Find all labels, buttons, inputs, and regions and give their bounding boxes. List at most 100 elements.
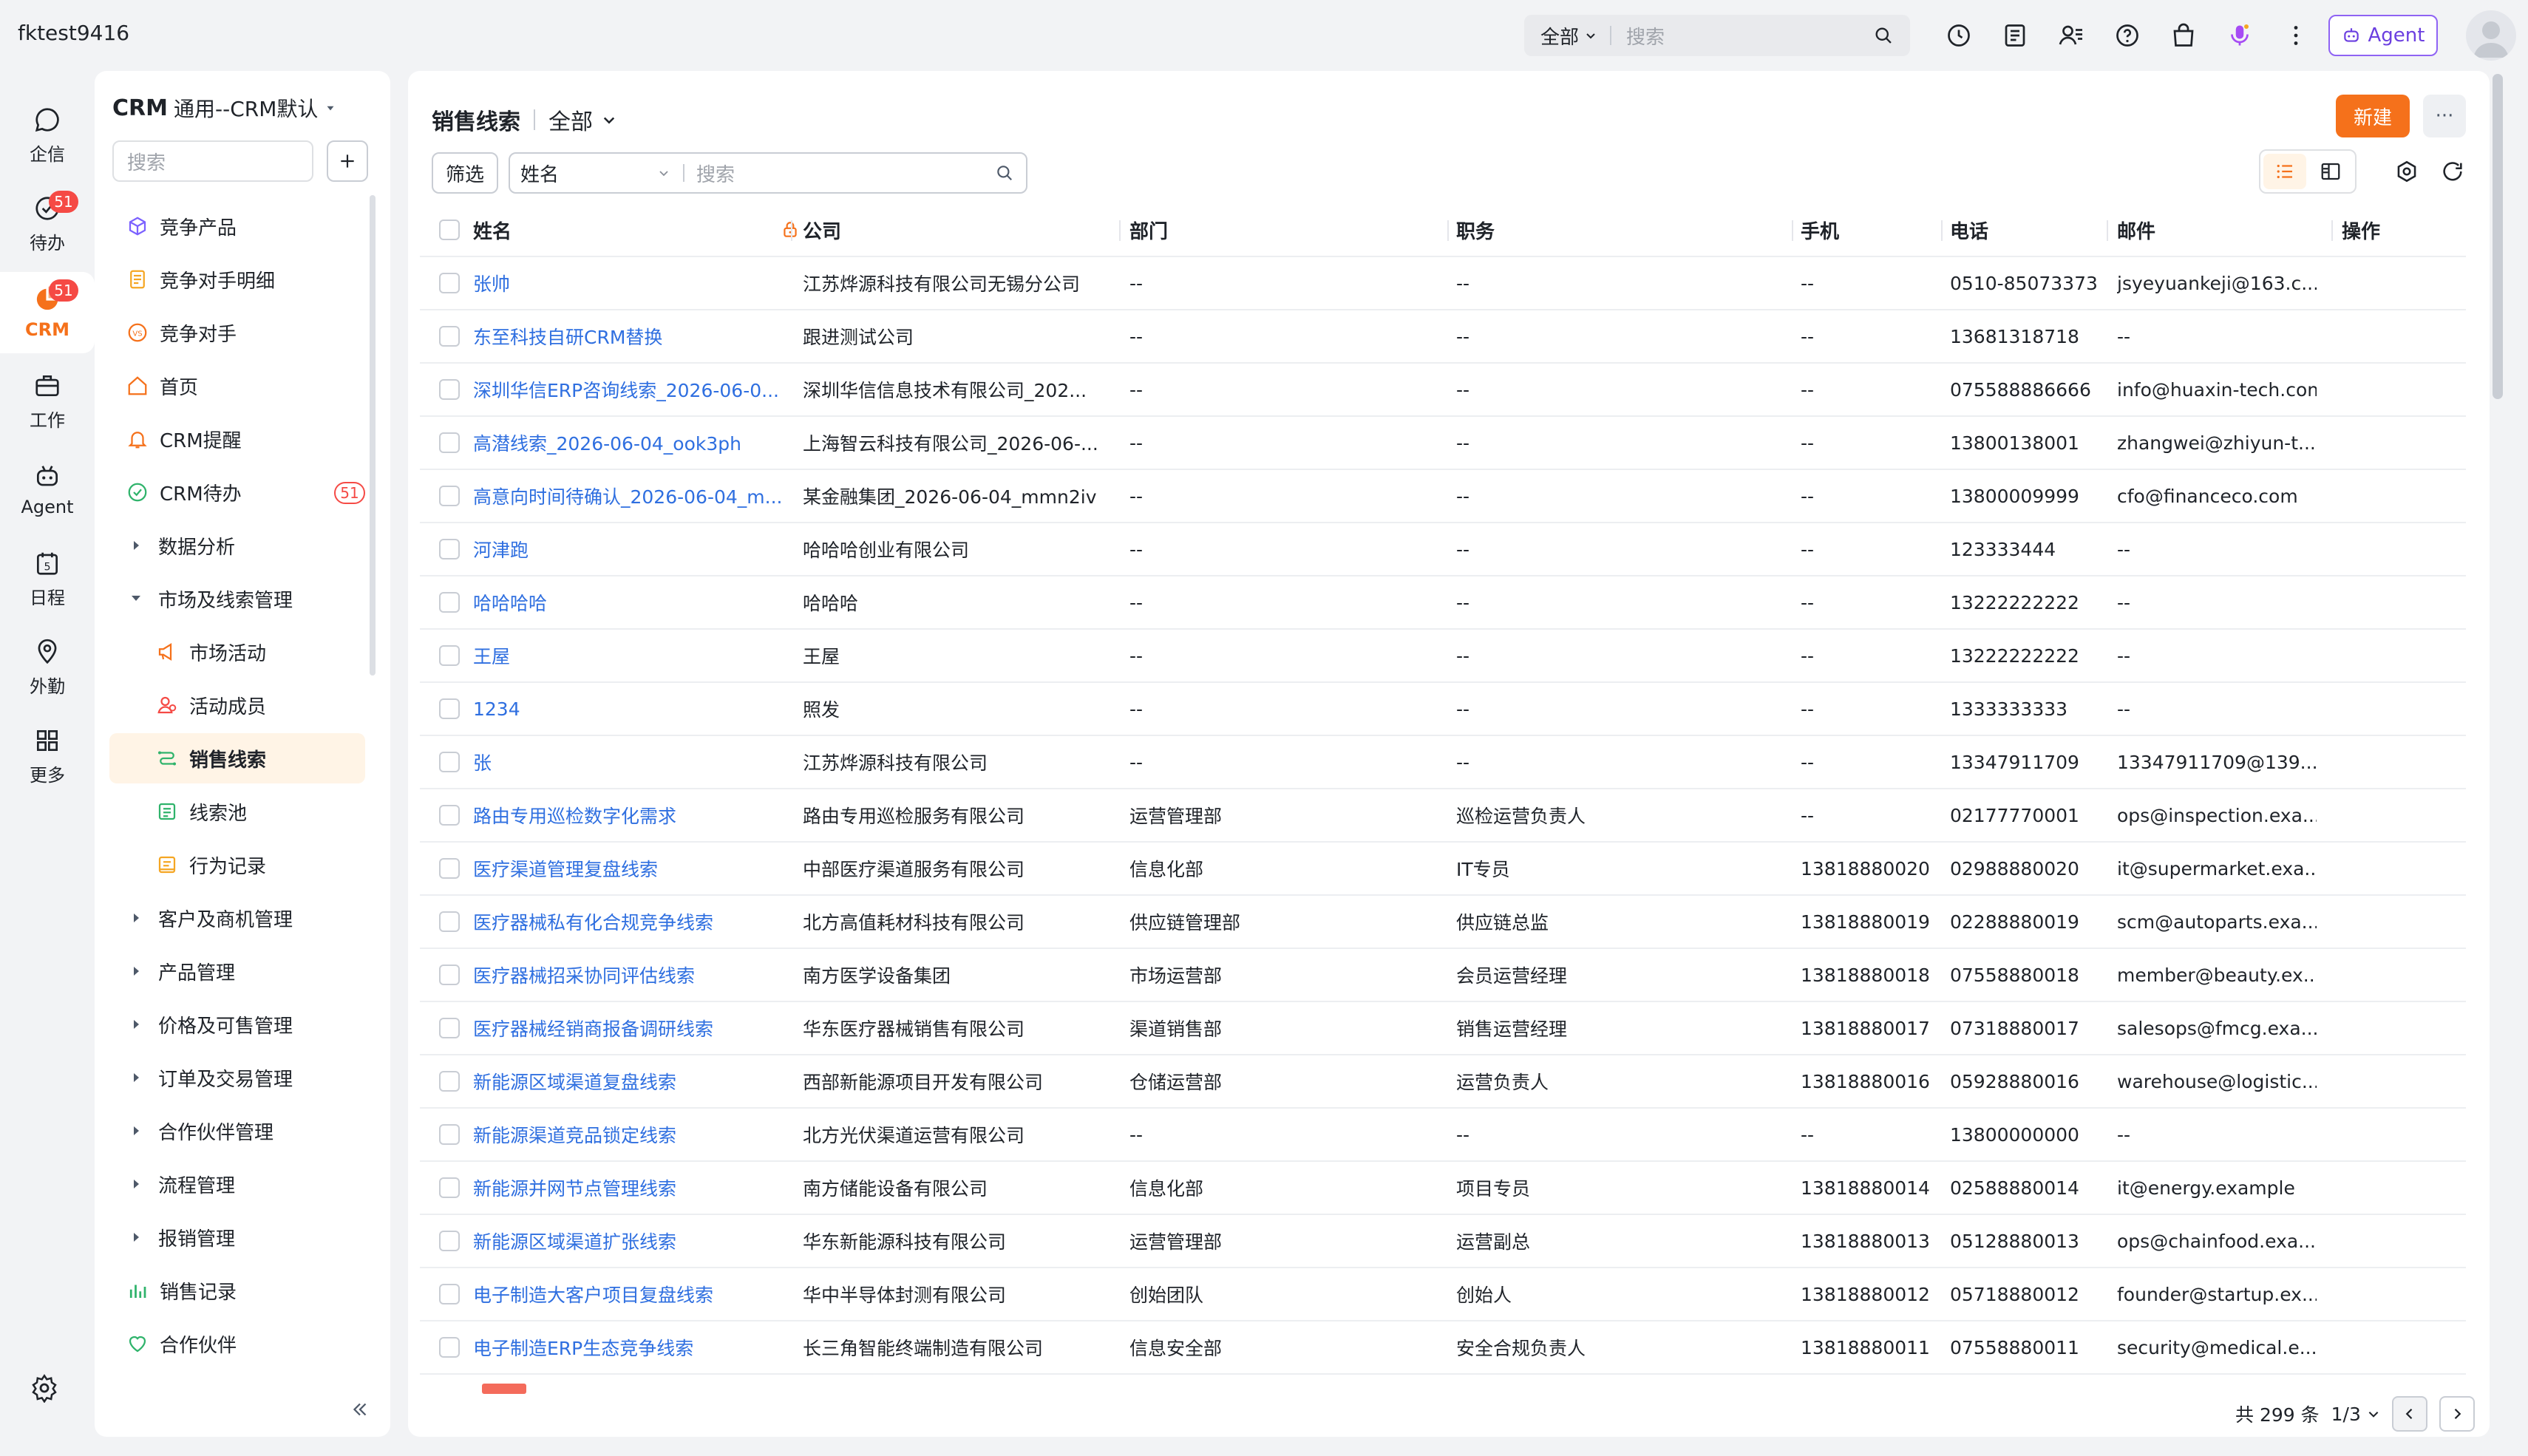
- row-checkbox[interactable]: [435, 576, 464, 628]
- rail-item-work[interactable]: 工作: [0, 361, 95, 442]
- table-row[interactable]: 高意向时间待确认_2026-06-04_m... 某金融集团_2026-06-04…: [420, 470, 2466, 523]
- app-switcher[interactable]: CRM 通用--CRM默认: [112, 93, 337, 123]
- contacts-icon[interactable]: [2055, 19, 2087, 52]
- add-menu-button[interactable]: [327, 140, 368, 182]
- lead-name-link[interactable]: 电子制造ERP生态竞争线索: [473, 1321, 791, 1373]
- sidebar-item[interactable]: 活动成员: [109, 680, 365, 730]
- sidebar-item[interactable]: 首页: [109, 361, 365, 411]
- page-select[interactable]: 1/3: [2331, 1404, 2380, 1425]
- sidebar-item[interactable]: 数据分析: [109, 520, 365, 571]
- search-icon[interactable]: [995, 163, 1014, 183]
- search-input[interactable]: 搜索: [696, 160, 995, 187]
- sidebar-item[interactable]: 市场活动: [109, 627, 365, 677]
- next-page-button[interactable]: [2439, 1396, 2475, 1432]
- sidebar-item[interactable]: 产品管理: [109, 946, 365, 996]
- caret-down-icon[interactable]: [130, 593, 142, 605]
- lead-name-link[interactable]: 路由专用巡检数字化需求: [473, 789, 791, 841]
- lead-name-link[interactable]: 张帅: [473, 257, 791, 309]
- row-checkbox[interactable]: [435, 789, 464, 841]
- sidebar-item[interactable]: 销售线索: [109, 733, 365, 783]
- column-resize-handle[interactable]: [1119, 220, 1121, 241]
- sidebar-item[interactable]: VS 竞争对手: [109, 307, 365, 358]
- table-row[interactable]: 王屋 王屋 -- -- -- 13222222222 --: [420, 630, 2466, 683]
- row-checkbox[interactable]: [435, 1002, 464, 1054]
- sidebar-item[interactable]: 合作伙伴: [109, 1319, 365, 1369]
- table-row[interactable]: 新能源渠道竞品锁定线索 北方光伏渠道运营有限公司 -- -- -- 13800000000…: [420, 1109, 2466, 1162]
- row-checkbox[interactable]: [435, 523, 464, 575]
- row-checkbox[interactable]: [435, 1162, 464, 1214]
- row-checkbox[interactable]: [435, 1215, 464, 1267]
- row-checkbox[interactable]: [435, 843, 464, 894]
- rail-item-chat[interactable]: 企信: [0, 95, 95, 176]
- column-resize-handle[interactable]: [1792, 220, 1793, 241]
- account-name[interactable]: fktest9416: [18, 21, 129, 45]
- column-header-phone[interactable]: 电话: [1950, 204, 2113, 256]
- column-resize-handle[interactable]: [2331, 220, 2333, 241]
- new-button[interactable]: 新建: [2336, 95, 2410, 137]
- filter-button[interactable]: 筛选: [432, 152, 498, 194]
- prev-page-button[interactable]: [2391, 1396, 2427, 1432]
- row-checkbox[interactable]: [435, 364, 464, 415]
- row-checkbox[interactable]: [435, 1321, 464, 1373]
- caret-right-icon[interactable]: [130, 1231, 142, 1243]
- table-row[interactable]: 电子制造大客户项目复盘线索 华中半导体封测有限公司 创始团队 创始人 138188800…: [420, 1268, 2466, 1321]
- lead-name-link[interactable]: 1234: [473, 683, 791, 735]
- caret-right-icon[interactable]: [130, 1072, 142, 1084]
- row-checkbox[interactable]: [435, 257, 464, 309]
- rail-item-more[interactable]: 更多: [0, 715, 95, 797]
- lead-name-link[interactable]: 河津跑: [473, 523, 791, 575]
- sidebar-search-input[interactable]: 搜索: [112, 140, 313, 182]
- search-field-select[interactable]: 姓名: [520, 160, 679, 187]
- row-checkbox[interactable]: [435, 736, 464, 788]
- caret-right-icon[interactable]: [130, 912, 142, 924]
- column-header-title[interactable]: 职务: [1456, 204, 1767, 256]
- column-header-company[interactable]: 公司: [803, 204, 1121, 256]
- sidebar-item[interactable]: 报销管理: [109, 1212, 365, 1262]
- row-checkbox[interactable]: [435, 470, 464, 522]
- search-icon[interactable]: [1873, 25, 1894, 46]
- table-row[interactable]: 新能源区域渠道扩张线索 华东新能源科技有限公司 运营管理部 运营副总 138188800…: [420, 1215, 2466, 1268]
- lead-name-link[interactable]: 医疗渠道管理复盘线索: [473, 843, 791, 894]
- select-all-checkbox[interactable]: [435, 204, 464, 256]
- more-actions-button[interactable]: ···: [2423, 95, 2466, 137]
- caret-right-icon[interactable]: [130, 540, 142, 551]
- collapse-sidebar-icon[interactable]: [349, 1398, 371, 1423]
- table-row[interactable]: 张江苏烨源科技有限公司 -- -- -- 13347911709 13347911709@…: [420, 736, 2466, 789]
- table-row[interactable]: 路由专用巡检数字化需求 路由专用巡检服务有限公司 运营管理部 巡检运营负责人 -- 021…: [420, 789, 2466, 843]
- lead-name-link[interactable]: 王屋: [473, 630, 791, 681]
- row-checkbox[interactable]: [435, 683, 464, 735]
- column-resize-handle[interactable]: [791, 220, 792, 241]
- sidebar-item[interactable]: 市场及线索管理: [109, 574, 365, 624]
- column-header-department[interactable]: 部门: [1129, 204, 1440, 256]
- sidebar-item[interactable]: CRM待办 51: [109, 467, 365, 517]
- lead-name-link[interactable]: 新能源区域渠道复盘线索: [473, 1055, 791, 1107]
- row-checkbox[interactable]: [435, 417, 464, 469]
- scope-select[interactable]: 全部: [548, 103, 616, 136]
- caret-right-icon[interactable]: [130, 1125, 142, 1137]
- sidebar-item[interactable]: 行为记录: [109, 840, 365, 890]
- row-checkbox[interactable]: [435, 1268, 464, 1320]
- row-checkbox[interactable]: [435, 1055, 464, 1107]
- column-header-mobile[interactable]: 手机: [1801, 204, 1948, 256]
- table-row[interactable]: 1234 照发 -- -- -- 1333333333 --: [420, 683, 2466, 736]
- rail-item-todo[interactable]: 待办 51: [0, 183, 95, 265]
- notes-icon[interactable]: [1999, 19, 2031, 52]
- avatar[interactable]: [2466, 10, 2516, 61]
- column-resize-handle[interactable]: [1941, 220, 1943, 241]
- table-row[interactable]: 新能源并网节点管理线索 南方储能设备有限公司 信息化部 项目专员 13818880014…: [420, 1162, 2466, 1215]
- lead-name-link[interactable]: 深圳华信ERP咨询线索_2026-06-0...: [473, 364, 791, 415]
- sidebar-item[interactable]: 线索池: [109, 786, 365, 837]
- sidebar-item[interactable]: 流程管理: [109, 1159, 365, 1209]
- row-checkbox[interactable]: [435, 1109, 464, 1160]
- rail-item-crm[interactable]: CRM 51: [0, 272, 95, 353]
- sidebar-item[interactable]: 价格及可售管理: [109, 999, 365, 1050]
- settings-gear-icon[interactable]: [30, 1373, 65, 1409]
- main-scrollbar[interactable]: [2493, 74, 2503, 399]
- sidebar-item[interactable]: 合作伙伴管理: [109, 1106, 365, 1156]
- table-row[interactable]: 河津跑 哈哈哈创业有限公司 -- -- -- 123333444 --: [420, 523, 2466, 576]
- table-row[interactable]: 东至科技自研CRM替换 跟进测试公司 -- -- -- 13681318718 --: [420, 310, 2466, 364]
- global-search-input[interactable]: 搜索: [1626, 22, 1873, 50]
- caret-right-icon[interactable]: [130, 1018, 142, 1030]
- column-resize-handle[interactable]: [2107, 220, 2108, 241]
- table-row[interactable]: 新能源区域渠道复盘线索 西部新能源项目开发有限公司 仓储运营部 运营负责人 138188…: [420, 1055, 2466, 1109]
